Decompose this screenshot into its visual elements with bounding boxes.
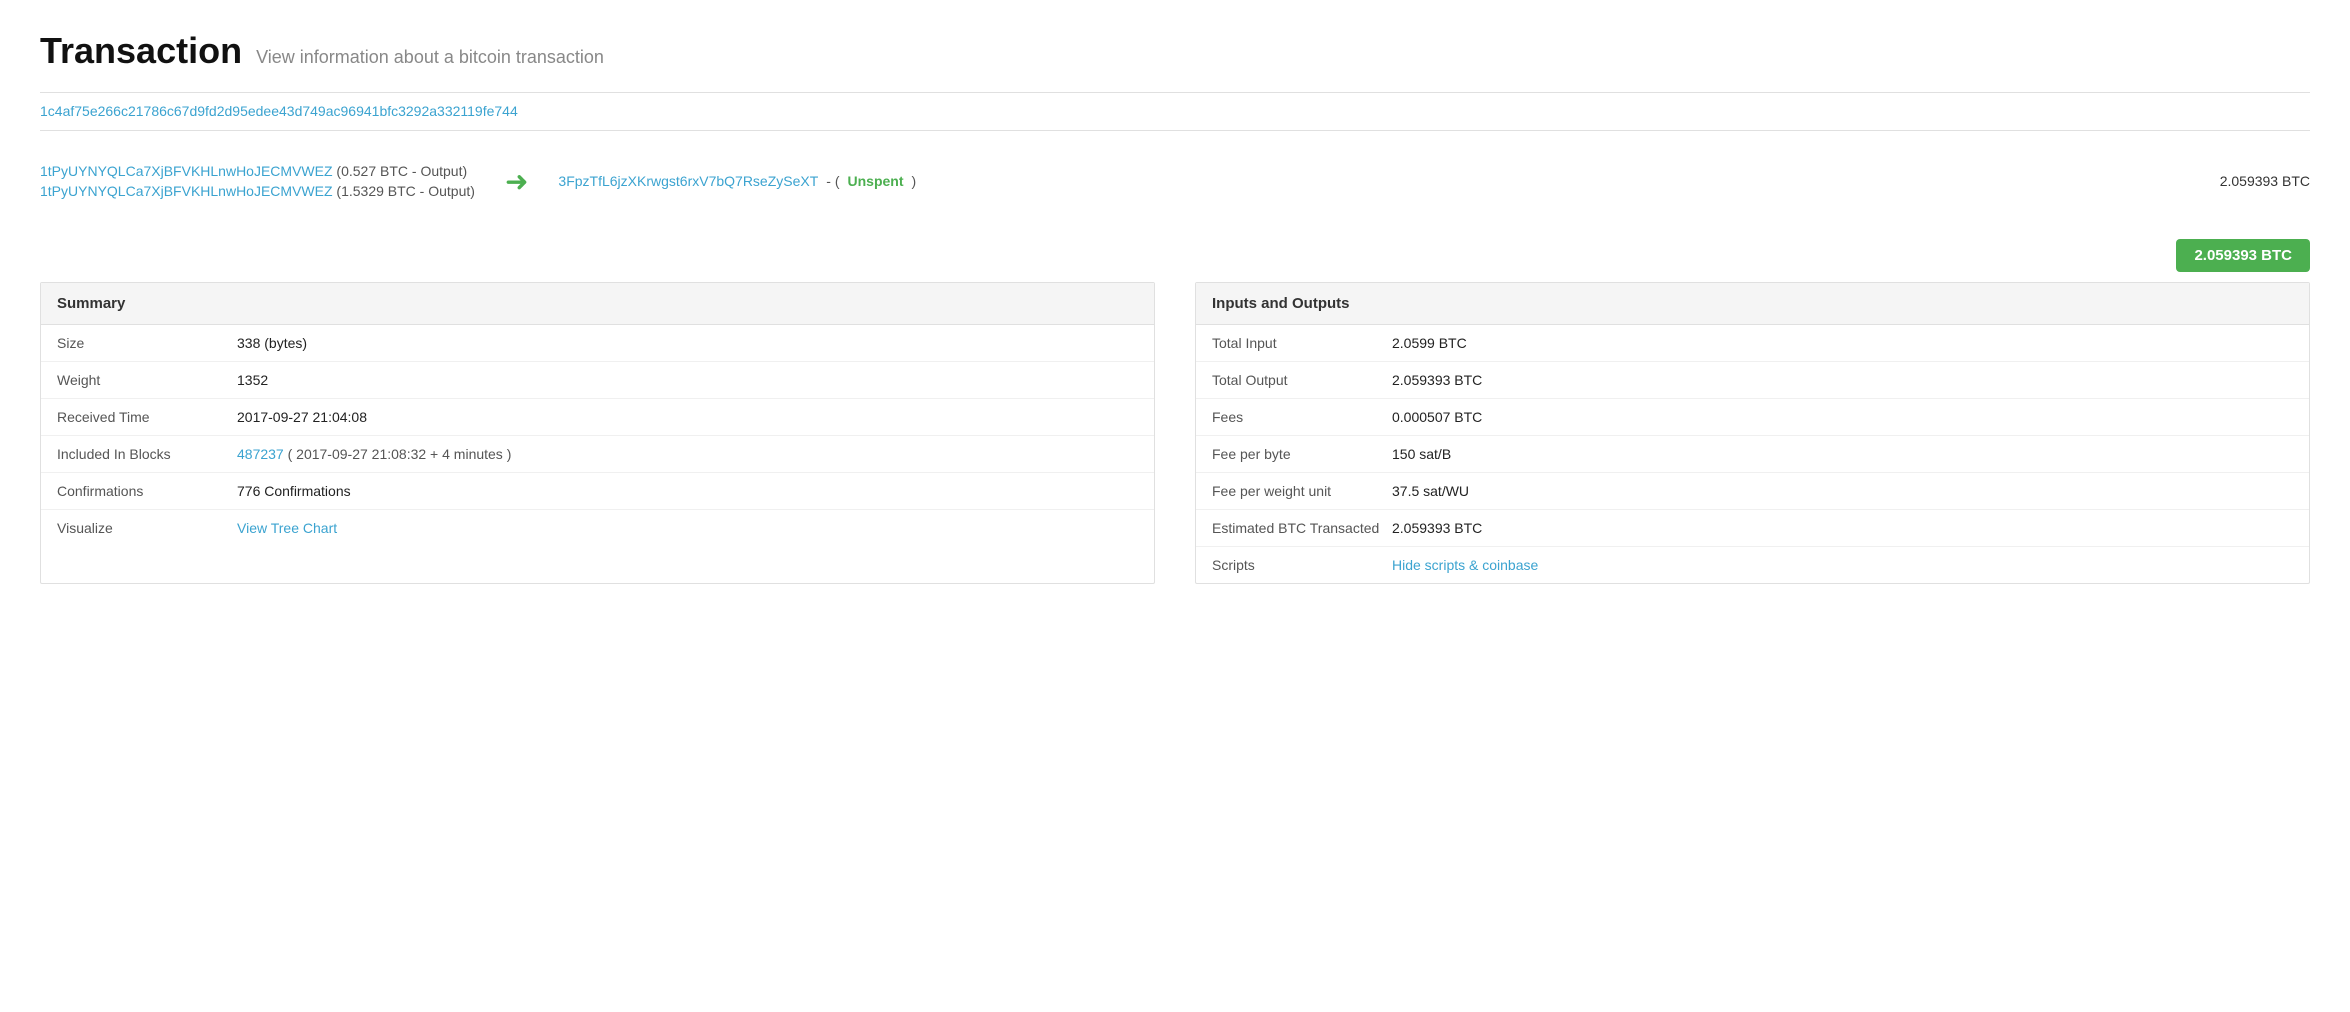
tx-input-row-1: 1tPyUYNYQLCa7XjBFVKHLnwHoJECMVWEZ (0.527… <box>40 163 475 179</box>
io-label-total-input: Total Input <box>1212 335 1392 351</box>
io-value-estimated-btc: 2.059393 BTC <box>1392 520 1482 536</box>
inputs-outputs-header: Inputs and Outputs <box>1196 283 2309 325</box>
summary-label-visualize: Visualize <box>57 520 237 536</box>
tables-section: Summary Size 338 (bytes) Weight 1352 Rec… <box>40 282 2310 584</box>
summary-label-weight: Weight <box>57 372 237 388</box>
io-value-fees: 0.000507 BTC <box>1392 409 1482 425</box>
summary-value-received-time: 2017-09-27 21:04:08 <box>237 409 367 425</box>
summary-row-weight: Weight 1352 <box>41 362 1154 399</box>
summary-value-size: 338 (bytes) <box>237 335 307 351</box>
tx-id-link[interactable]: 1c4af75e266c21786c67d9fd2d95edee43d749ac… <box>40 103 518 119</box>
tx-output-address-1[interactable]: 3FpzTfL6jzXKrwgst6rxV7bQ7RseZySeXT <box>558 173 818 189</box>
io-row-estimated-btc: Estimated BTC Transacted 2.059393 BTC <box>1196 510 2309 547</box>
summary-row-size: Size 338 (bytes) <box>41 325 1154 362</box>
summary-header: Summary <box>41 283 1154 325</box>
tx-outputs: 3FpzTfL6jzXKrwgst6rxV7bQ7RseZySeXT - ( U… <box>558 173 2310 189</box>
page-subtitle: View information about a bitcoin transac… <box>256 47 604 68</box>
summary-value-confirmations: 776 Confirmations <box>237 483 351 499</box>
tx-input-address-2[interactable]: 1tPyUYNYQLCa7XjBFVKHLnwHoJECMVWEZ <box>40 183 333 199</box>
hide-scripts-link[interactable]: Hide scripts & coinbase <box>1392 557 1538 573</box>
block-link[interactable]: 487237 <box>237 446 284 462</box>
io-row-fees: Fees 0.000507 BTC <box>1196 399 2309 436</box>
summary-row-received-time: Received Time 2017-09-27 21:04:08 <box>41 399 1154 436</box>
io-row-total-output: Total Output 2.059393 BTC <box>1196 362 2309 399</box>
inputs-outputs-table: Inputs and Outputs Total Input 2.0599 BT… <box>1195 282 2310 584</box>
page-header: Transaction View information about a bit… <box>40 30 2310 72</box>
io-label-fee-per-weight: Fee per weight unit <box>1212 483 1392 499</box>
tx-input-address-1[interactable]: 1tPyUYNYQLCa7XjBFVKHLnwHoJECMVWEZ <box>40 163 333 179</box>
summary-label-received-time: Received Time <box>57 409 237 425</box>
tx-id-bar: 1c4af75e266c21786c67d9fd2d95edee43d749ac… <box>40 92 2310 131</box>
summary-value-weight: 1352 <box>237 372 268 388</box>
summary-row-confirmations: Confirmations 776 Confirmations <box>41 473 1154 510</box>
io-value-fee-per-weight: 37.5 sat/WU <box>1392 483 1469 499</box>
summary-label-size: Size <box>57 335 237 351</box>
block-time-info: ( 2017-09-27 21:08:32 + 4 minutes ) <box>288 446 512 462</box>
tx-flow: 1tPyUYNYQLCa7XjBFVKHLnwHoJECMVWEZ (0.527… <box>40 153 2310 209</box>
tx-input-row-2: 1tPyUYNYQLCa7XjBFVKHLnwHoJECMVWEZ (1.532… <box>40 183 475 199</box>
io-value-total-input: 2.0599 BTC <box>1392 335 1467 351</box>
summary-value-included-blocks: 487237 ( 2017-09-27 21:08:32 + 4 minutes… <box>237 446 511 462</box>
page-title: Transaction <box>40 30 242 72</box>
io-label-total-output: Total Output <box>1212 372 1392 388</box>
io-label-estimated-btc: Estimated BTC Transacted <box>1212 520 1392 536</box>
tx-total-row: 2.059393 BTC <box>40 239 2310 272</box>
summary-table: Summary Size 338 (bytes) Weight 1352 Rec… <box>40 282 1155 584</box>
io-row-scripts: Scripts Hide scripts & coinbase <box>1196 547 2309 583</box>
summary-row-visualize: Visualize View Tree Chart <box>41 510 1154 546</box>
tx-total-badge: 2.059393 BTC <box>2176 239 2310 272</box>
summary-label-confirmations: Confirmations <box>57 483 237 499</box>
tx-output-separator: - ( <box>826 173 839 189</box>
io-value-fee-per-byte: 150 sat/B <box>1392 446 1451 462</box>
summary-label-included-blocks: Included In Blocks <box>57 446 237 462</box>
io-row-total-input: Total Input 2.0599 BTC <box>1196 325 2309 362</box>
tx-input-amount-1: (0.527 BTC - Output) <box>336 163 467 179</box>
tx-arrow: ➜ <box>505 165 528 198</box>
io-label-fees: Fees <box>1212 409 1392 425</box>
tx-output-close-paren: ) <box>912 173 917 189</box>
io-label-fee-per-byte: Fee per byte <box>1212 446 1392 462</box>
io-row-fee-per-byte: Fee per byte 150 sat/B <box>1196 436 2309 473</box>
tx-input-amount-2: (1.5329 BTC - Output) <box>336 183 475 199</box>
view-tree-chart-link[interactable]: View Tree Chart <box>237 520 337 536</box>
tx-output-row-1: 3FpzTfL6jzXKrwgst6rxV7bQ7RseZySeXT - ( U… <box>558 173 2310 189</box>
tx-inputs: 1tPyUYNYQLCa7XjBFVKHLnwHoJECMVWEZ (0.527… <box>40 163 475 199</box>
io-row-fee-per-weight: Fee per weight unit 37.5 sat/WU <box>1196 473 2309 510</box>
io-value-total-output: 2.059393 BTC <box>1392 372 1482 388</box>
summary-row-included-blocks: Included In Blocks 487237 ( 2017-09-27 2… <box>41 436 1154 473</box>
unspent-badge: Unspent <box>848 173 904 189</box>
arrow-right-icon: ➜ <box>505 165 528 198</box>
tx-output-btc-1: 2.059393 BTC <box>2220 173 2310 189</box>
io-label-scripts: Scripts <box>1212 557 1392 573</box>
